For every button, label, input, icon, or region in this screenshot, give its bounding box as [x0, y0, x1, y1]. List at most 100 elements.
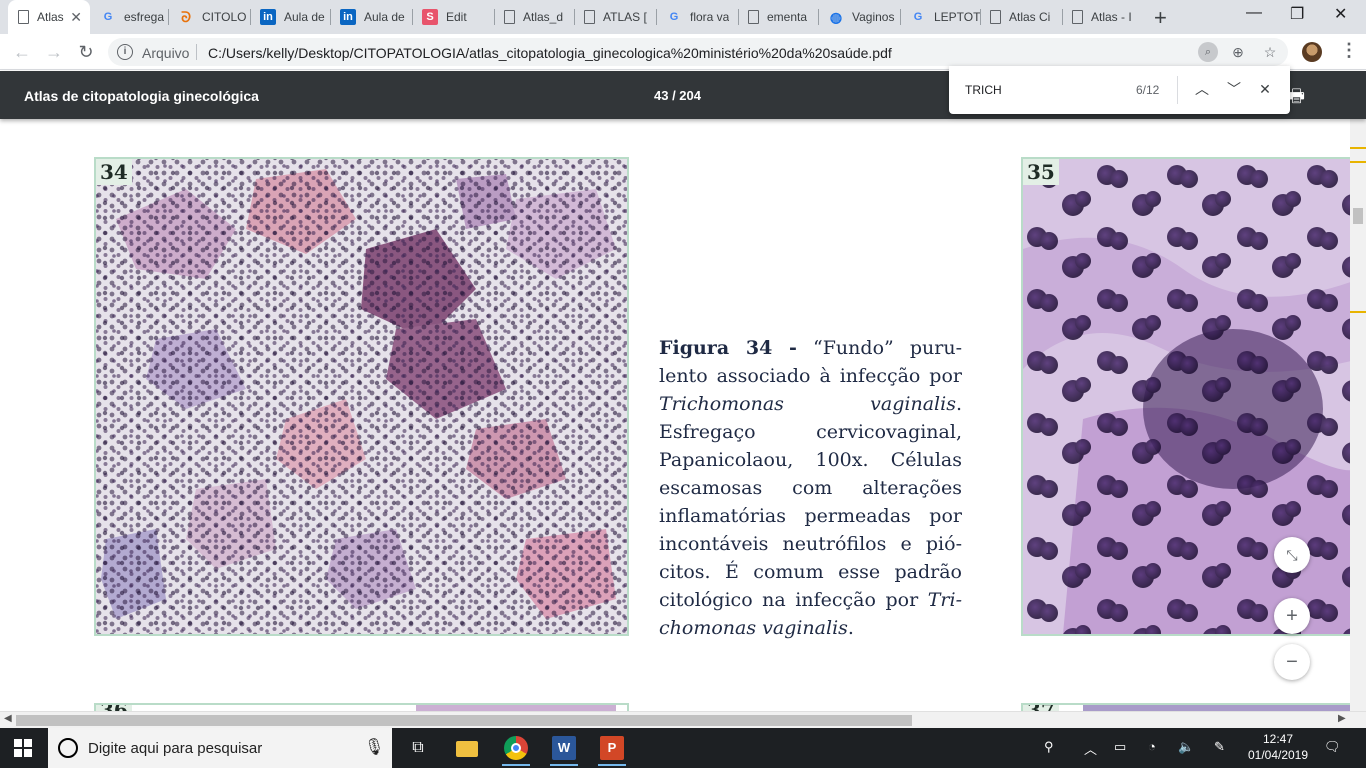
tab-title: Vaginos: [852, 10, 895, 24]
pdf-page-area[interactable]: 34 Figura 34 - “Fundo” puru-lento associ…: [0, 119, 1350, 711]
caption-text-2: . Esfregaço cervicovaginal, Papanicolaou…: [659, 393, 962, 611]
notifications-icon[interactable]: 🗨: [1324, 739, 1341, 755]
word-icon[interactable]: W: [550, 736, 578, 766]
back-arrow-icon[interactable]: ←: [10, 40, 34, 64]
pdf-title: Atlas de citopatologia ginecológica: [24, 88, 259, 104]
reload-icon[interactable]: ↻: [74, 40, 98, 64]
tab-strip: Atlas ✕ G esfrega ᘐ CITOLO in Aula de in…: [0, 0, 1366, 34]
close-window-button[interactable]: ✕: [1334, 4, 1347, 24]
tab-esfregaco[interactable]: G esfrega: [90, 0, 168, 34]
search-placeholder: Digite aqui para pesquisar: [88, 740, 263, 757]
tab-title: esfrega: [124, 10, 165, 24]
forward-arrow-icon[interactable]: →: [42, 40, 66, 64]
chrome-icon[interactable]: [502, 736, 530, 766]
tab-atlas-caps[interactable]: ATLAS [: [574, 0, 656, 34]
figure-number: 36: [96, 705, 132, 711]
caption-label: Figura 34 -: [659, 337, 797, 359]
powerpoint-icon[interactable]: P: [598, 736, 626, 766]
tray-chevron-icon[interactable]: ︿: [1084, 739, 1097, 758]
google-icon: G: [913, 11, 923, 23]
tab-title: Aula de: [284, 10, 325, 24]
clock-date: 01/04/2019: [1247, 748, 1309, 762]
people-icon[interactable]: ⚲: [1044, 739, 1054, 755]
tab-atlas-active[interactable]: Atlas ✕: [8, 0, 90, 34]
tab-title: ATLAS [: [603, 10, 647, 24]
scroll-left-icon[interactable]: ◀: [4, 713, 12, 724]
figure-number: 34: [96, 159, 132, 185]
tab-title: Atlas_d: [523, 10, 564, 24]
figure-number: 37: [1023, 705, 1059, 711]
browser-menu-icon[interactable]: ⋮: [1340, 40, 1358, 61]
tab-close-icon[interactable]: ✕: [70, 9, 82, 26]
tab-title: LEPTOT: [934, 10, 980, 24]
page-indicator[interactable]: 43 / 204: [654, 88, 701, 103]
url-text[interactable]: C:/Users/kelly/Desktop/CITOPATOLOGIA/atl…: [208, 45, 892, 61]
figure-36-partial: 36: [94, 703, 629, 711]
tab-ementa[interactable]: ementa: [738, 0, 818, 34]
figure-37-partial: 37: [1021, 703, 1350, 711]
tab-title: Edit: [446, 10, 467, 24]
profile-avatar[interactable]: [1302, 42, 1322, 62]
file-explorer-icon[interactable]: [456, 741, 478, 757]
search-hit-marker: [1350, 161, 1366, 163]
zoom-icon[interactable]: ⊕: [1228, 42, 1248, 62]
tab-atlas-d[interactable]: Atlas_d: [494, 0, 574, 34]
bookmark-star-icon[interactable]: ☆: [1260, 42, 1280, 62]
tab-title: Atlas: [37, 10, 64, 24]
zoom-in-button[interactable]: +: [1274, 598, 1310, 634]
browser-toolbar: ← → ↻ i Arquivo C:/Users/kelly/Desktop/C…: [0, 34, 1366, 70]
minimize-button[interactable]: —: [1246, 4, 1262, 22]
find-input[interactable]: TRICH: [965, 83, 1002, 97]
vertical-scroll-thumb[interactable]: [1353, 208, 1363, 224]
google-icon: G: [669, 11, 679, 23]
print-icon[interactable]: 🖶: [1288, 84, 1305, 114]
tab-aula-1[interactable]: in Aula de: [250, 0, 330, 34]
tab-leptot[interactable]: G LEPTOT: [900, 0, 980, 34]
document-icon: [584, 10, 595, 24]
figure-34: 34: [94, 157, 629, 636]
system-clock[interactable]: 12:47 01/04/2019: [1246, 731, 1310, 763]
new-tab-button[interactable]: +: [1154, 5, 1167, 31]
maximize-button[interactable]: ❐: [1290, 4, 1304, 24]
tab-aula-2[interactable]: in Aula de: [330, 0, 412, 34]
find-next-icon[interactable]: ﹀: [1224, 79, 1244, 99]
address-bar[interactable]: i Arquivo C:/Users/kelly/Desktop/CITOPAT…: [108, 38, 1288, 66]
zoom-out-button[interactable]: −: [1274, 644, 1310, 680]
figure-34-micrograph: [96, 159, 627, 634]
volume-icon[interactable]: 🔈: [1178, 739, 1194, 755]
document-icon: [990, 10, 1001, 24]
find-previous-icon[interactable]: ︿: [1192, 79, 1212, 99]
drop-icon: ◍: [829, 8, 843, 25]
horizontal-scroll-thumb[interactable]: [16, 715, 912, 726]
fit-page-icon[interactable]: ⤡: [1274, 537, 1310, 573]
info-icon[interactable]: i: [117, 44, 133, 60]
pen-icon[interactable]: ✎: [1214, 739, 1225, 755]
search-hit-marker: [1350, 147, 1366, 149]
find-in-page-icon[interactable]: ⌕: [1198, 42, 1218, 62]
tab-edit[interactable]: S Edit: [412, 0, 494, 34]
tab-flora[interactable]: G flora va: [656, 0, 738, 34]
document-icon: [504, 10, 515, 24]
battery-icon[interactable]: ▭: [1114, 739, 1126, 755]
tab-atlas-ci[interactable]: Atlas Ci: [980, 0, 1062, 34]
taskbar-search[interactable]: Digite aqui para pesquisar 🎙: [48, 728, 392, 768]
tab-title: Atlas - I: [1091, 10, 1132, 24]
search-hit-marker: [1350, 311, 1366, 313]
horizontal-scrollbar[interactable]: ◀ ▶: [0, 711, 1366, 728]
vertical-scrollbar[interactable]: [1350, 71, 1366, 711]
windows-start-icon[interactable]: [14, 739, 32, 757]
tab-vaginose[interactable]: ◍ Vaginos: [818, 0, 900, 34]
document-icon: [748, 10, 759, 24]
find-close-icon[interactable]: ✕: [1255, 79, 1275, 99]
tab-atlas-i[interactable]: Atlas - I: [1062, 0, 1144, 34]
tab-title: Aula de: [364, 10, 405, 24]
scroll-right-icon[interactable]: ▶: [1338, 713, 1346, 724]
document-icon: [1072, 10, 1083, 24]
caption-text-3: .: [847, 617, 854, 639]
wifi-icon[interactable]: ◔: [1148, 739, 1156, 754]
find-bar: TRICH 6/12 ︿ ﹀ ✕: [949, 66, 1290, 114]
task-view-icon[interactable]: ⧉: [404, 734, 432, 762]
tab-citologia[interactable]: ᘐ CITOLO: [168, 0, 250, 34]
microphone-icon[interactable]: 🎙: [364, 737, 384, 757]
s-icon: S: [422, 9, 438, 25]
